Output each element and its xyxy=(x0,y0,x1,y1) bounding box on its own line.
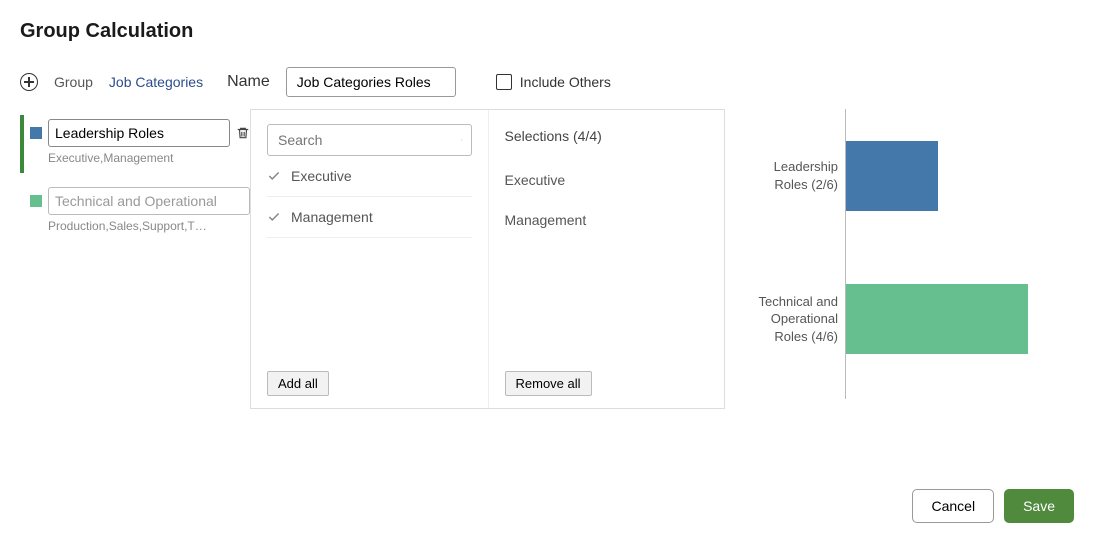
trash-icon[interactable] xyxy=(236,126,250,140)
include-others-checkbox[interactable] xyxy=(496,74,512,90)
group-item-technical[interactable]: Production,Sales,Support,T… xyxy=(20,183,250,241)
chart-bar-row: Technical and Operational Roles (4/6) xyxy=(846,284,1028,354)
groups-column: Executive,Management Production,Sales,Su… xyxy=(20,109,250,251)
available-item-label: Management xyxy=(291,209,373,225)
available-item[interactable]: Executive xyxy=(267,156,472,197)
group-name-input[interactable] xyxy=(48,119,230,147)
main-row: Executive,Management Production,Sales,Su… xyxy=(20,109,1074,409)
chart-bar-label: Leadership Roles (2/6) xyxy=(738,158,838,193)
selected-item-label: Management xyxy=(505,212,587,228)
search-wrap xyxy=(267,124,472,156)
group-subtitle: Production,Sales,Support,T… xyxy=(48,219,250,233)
group-name-input[interactable] xyxy=(48,187,250,215)
search-input[interactable] xyxy=(276,131,461,149)
selected-item-label: Executive xyxy=(505,172,566,188)
group-item-leadership[interactable]: Executive,Management xyxy=(20,115,250,173)
swatch-icon xyxy=(30,195,42,207)
selections-header: Selections (4/4) xyxy=(505,128,709,144)
group-subtitle: Executive,Management xyxy=(48,151,250,165)
selected-item[interactable]: Management xyxy=(505,200,709,240)
chart-bar xyxy=(846,141,938,211)
chart-bar-label: Technical and Operational Roles (4/6) xyxy=(738,293,838,346)
toolbar: Group Job Categories Name Include Others xyxy=(20,67,1074,97)
cancel-button[interactable]: Cancel xyxy=(912,489,994,523)
selected-item[interactable]: Executive xyxy=(505,160,709,200)
save-button[interactable]: Save xyxy=(1004,489,1074,523)
remove-all-button[interactable]: Remove all xyxy=(505,371,592,396)
group-label: Group xyxy=(54,74,93,90)
available-item[interactable]: Management xyxy=(267,197,472,238)
selection-panel: Executive Management Add all Selections … xyxy=(250,109,725,409)
chart: Leadership Roles (2/6) Technical and Ope… xyxy=(745,109,1074,399)
add-all-button[interactable]: Add all xyxy=(267,371,329,396)
include-others-label: Include Others xyxy=(520,74,611,90)
name-label: Name xyxy=(227,73,270,91)
include-others-wrap: Include Others xyxy=(496,74,611,90)
chart-bar-row: Leadership Roles (2/6) xyxy=(846,141,938,211)
chart-axis: Leadership Roles (2/6) Technical and Ope… xyxy=(845,109,1074,399)
check-icon xyxy=(267,169,281,183)
page-title: Group Calculation xyxy=(20,20,1074,43)
check-icon xyxy=(267,210,281,224)
swatch-icon xyxy=(30,127,42,139)
footer: Cancel Save xyxy=(20,489,1074,523)
available-column: Executive Management Add all xyxy=(251,110,488,408)
search-icon xyxy=(461,133,463,147)
selected-column: Selections (4/4) Executive Management Re… xyxy=(488,110,725,408)
name-input[interactable] xyxy=(286,67,456,97)
available-item-label: Executive xyxy=(291,168,352,184)
job-categories-link[interactable]: Job Categories xyxy=(109,74,203,90)
chart-bar xyxy=(846,284,1028,354)
add-group-icon[interactable] xyxy=(20,73,38,91)
